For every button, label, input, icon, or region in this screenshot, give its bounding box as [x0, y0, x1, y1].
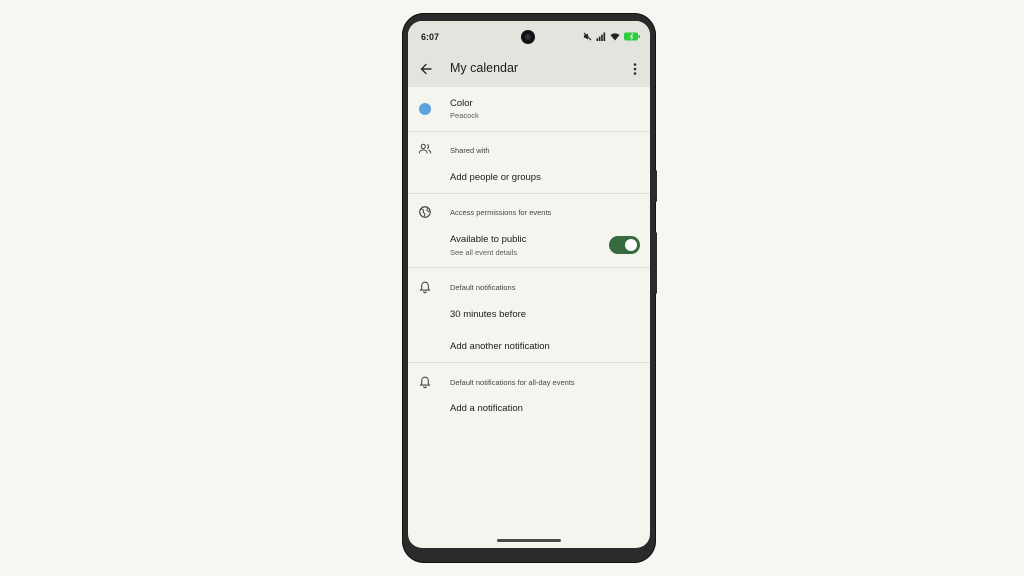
wifi-icon: [610, 32, 620, 41]
public-access-toggle[interactable]: [609, 236, 640, 254]
toggle-knob: [625, 239, 637, 251]
bell-icon: [419, 376, 431, 389]
power-button: [654, 170, 657, 202]
status-icons: [583, 30, 642, 42]
battery-icon: [624, 32, 640, 40]
signal-icon: [596, 31, 606, 41]
divider: [408, 362, 650, 363]
color-value: Peacock: [450, 111, 479, 120]
default-notifications-header: Default notifications: [450, 283, 516, 292]
access-permissions-header: Access permissions for events: [450, 208, 552, 217]
front-camera: [521, 30, 535, 44]
bell-icon: [419, 281, 431, 294]
color-row[interactable]: [408, 89, 650, 131]
people-icon: [418, 143, 432, 154]
add-people-button[interactable]: Add people or groups: [450, 172, 541, 183]
status-bar: 6:07: [408, 21, 650, 49]
color-swatch: [419, 103, 431, 115]
divider: [408, 193, 650, 194]
divider: [408, 267, 650, 268]
app-bar: My calendar: [408, 49, 650, 87]
more-vert-icon[interactable]: [628, 61, 642, 77]
shared-with-header: Shared with: [450, 146, 490, 155]
page-title: My calendar: [450, 61, 519, 75]
back-arrow-icon[interactable]: [418, 61, 434, 77]
volume-button: [654, 232, 657, 294]
available-public-sublabel: See all event details: [450, 248, 518, 257]
phone-screen: 6:07 My calendar Color Peacock Shared wi…: [408, 21, 650, 548]
divider: [408, 131, 650, 132]
available-public-label: Available to public: [450, 234, 527, 245]
allday-notifications-header: Default notifications for all-day events: [450, 378, 575, 387]
notification-item[interactable]: 30 minutes before: [450, 309, 526, 320]
add-notification-button[interactable]: Add a notification: [450, 403, 523, 414]
add-another-notification-button[interactable]: Add another notification: [450, 341, 550, 352]
globe-icon: [419, 206, 431, 218]
color-label: Color: [450, 98, 473, 109]
mute-icon: [583, 32, 592, 40]
home-indicator[interactable]: [497, 539, 561, 542]
status-time: 6:07: [421, 32, 440, 42]
